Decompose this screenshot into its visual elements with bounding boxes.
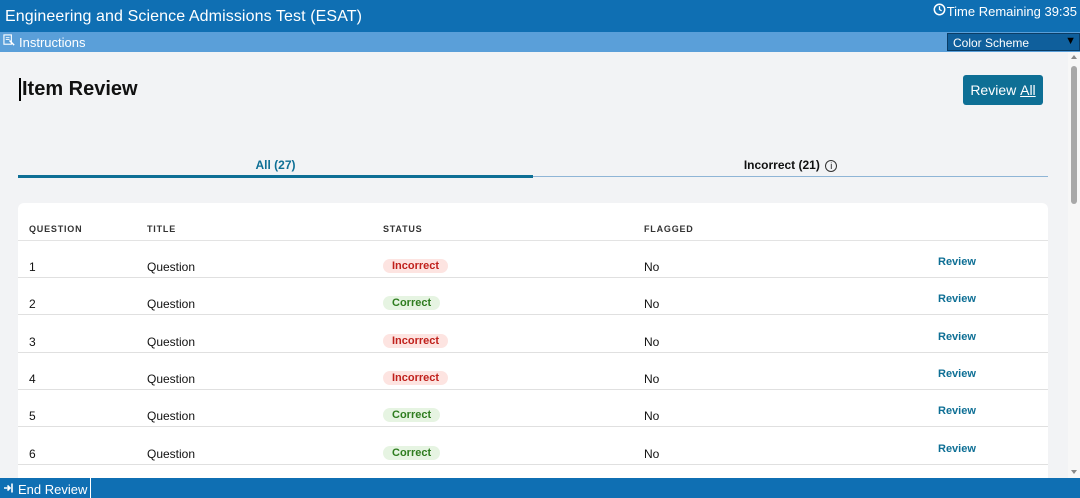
question-number: 5 <box>29 409 36 424</box>
scroll-down-arrow-icon[interactable] <box>1071 470 1077 474</box>
status-badge: Incorrect <box>383 333 449 348</box>
review-link[interactable]: Review <box>938 293 976 305</box>
question-number: 6 <box>29 446 36 461</box>
tab-incorrect[interactable]: Incorrect (21) i <box>533 152 1048 176</box>
end-review-label: End Review <box>18 481 88 497</box>
dropdown-arrow-icon: ▼ <box>1065 35 1076 47</box>
color-scheme-select[interactable]: Color Scheme ▼ <box>947 33 1080 51</box>
toolbar: Instructions Color Scheme ▼ <box>0 32 1080 52</box>
review-link[interactable]: Review <box>938 443 976 455</box>
page-title: Item Review <box>19 78 138 101</box>
main-content: Item Review Review All All (27) Incorrec… <box>0 52 1068 478</box>
header-title: TITLE <box>147 224 176 234</box>
app-title: Engineering and Science Admissions Test … <box>5 8 363 25</box>
question-title: Question <box>147 260 196 274</box>
table-row: 5 Question Correct No Review <box>18 390 1048 428</box>
flagged-value: No <box>644 409 660 424</box>
question-number: 1 <box>29 260 36 274</box>
timer[interactable]: Time Remaining 39:35 <box>933 3 1077 19</box>
timer-label: Time Remaining 39:35 <box>946 3 1077 19</box>
title-bar: Engineering and Science Admissions Test … <box>0 0 1080 32</box>
header-status: STATUS <box>383 224 423 234</box>
table-header: QUESTION TITLE STATUS FLAGGED <box>18 203 1048 241</box>
item-table: QUESTION TITLE STATUS FLAGGED 1 Question I… <box>18 203 1048 478</box>
instructions-label: Instructions <box>19 34 86 50</box>
filter-tabs: All (27) Incorrect (21) i <box>18 152 1048 178</box>
question-title: Question <box>147 371 196 386</box>
color-scheme-label: Color Scheme <box>953 36 1030 50</box>
bottom-bar: End Review <box>0 478 1080 498</box>
review-link[interactable]: Review <box>938 368 976 380</box>
question-title: Question <box>147 297 196 312</box>
question-title: Question <box>147 334 196 349</box>
table-row: 6 Question Correct No Review <box>18 428 1048 465</box>
instructions-icon <box>3 34 16 50</box>
tab-incorrect-label: Incorrect (21) <box>743 158 820 172</box>
clock-icon <box>933 3 946 19</box>
table-row: 4 Question Incorrect No Review <box>18 353 1048 390</box>
question-title: Question <box>147 409 196 424</box>
question-number: 4 <box>29 371 36 386</box>
flagged-value: No <box>644 371 660 386</box>
status-badge: Incorrect <box>383 259 449 273</box>
review-link[interactable]: Review <box>938 331 976 343</box>
info-icon[interactable]: i <box>825 159 838 172</box>
tab-all-label: All (27) <box>255 158 296 172</box>
status-badge: Correct <box>383 408 441 423</box>
review-link[interactable]: Review <box>938 405 976 417</box>
header-question: QUESTION <box>29 224 83 234</box>
review-all-button[interactable]: Review All <box>963 75 1043 105</box>
review-all-prefix: Review <box>970 82 1021 98</box>
instructions-button[interactable]: Instructions <box>3 34 85 50</box>
review-link[interactable]: Review <box>938 256 976 268</box>
status-badge: Correct <box>383 296 441 311</box>
scroll-up-arrow-icon[interactable] <box>1071 55 1077 59</box>
status-badge: Correct <box>383 445 441 460</box>
vertical-scrollbar[interactable] <box>1068 52 1080 478</box>
end-review-button[interactable]: End Review <box>0 478 92 498</box>
scroll-thumb[interactable] <box>1071 66 1077 204</box>
flagged-value: No <box>644 297 660 312</box>
end-review-icon <box>3 482 15 497</box>
header-flagged: FLAGGED <box>644 224 694 234</box>
review-all-accesskey: All <box>1020 82 1036 98</box>
status-badge: Incorrect <box>383 370 449 385</box>
tab-all[interactable]: All (27) <box>18 152 533 178</box>
flagged-value: No <box>644 260 660 274</box>
table-row: 1 Question Incorrect No Review <box>18 241 1048 278</box>
table-row: 2 Question Correct No Review <box>18 278 1048 316</box>
question-number: 2 <box>29 297 36 312</box>
flagged-value: No <box>644 334 660 349</box>
question-title: Question <box>147 446 196 461</box>
table-row: 3 Question Incorrect No Review <box>18 316 1048 353</box>
question-number: 3 <box>29 334 36 349</box>
flagged-value: No <box>644 446 660 461</box>
